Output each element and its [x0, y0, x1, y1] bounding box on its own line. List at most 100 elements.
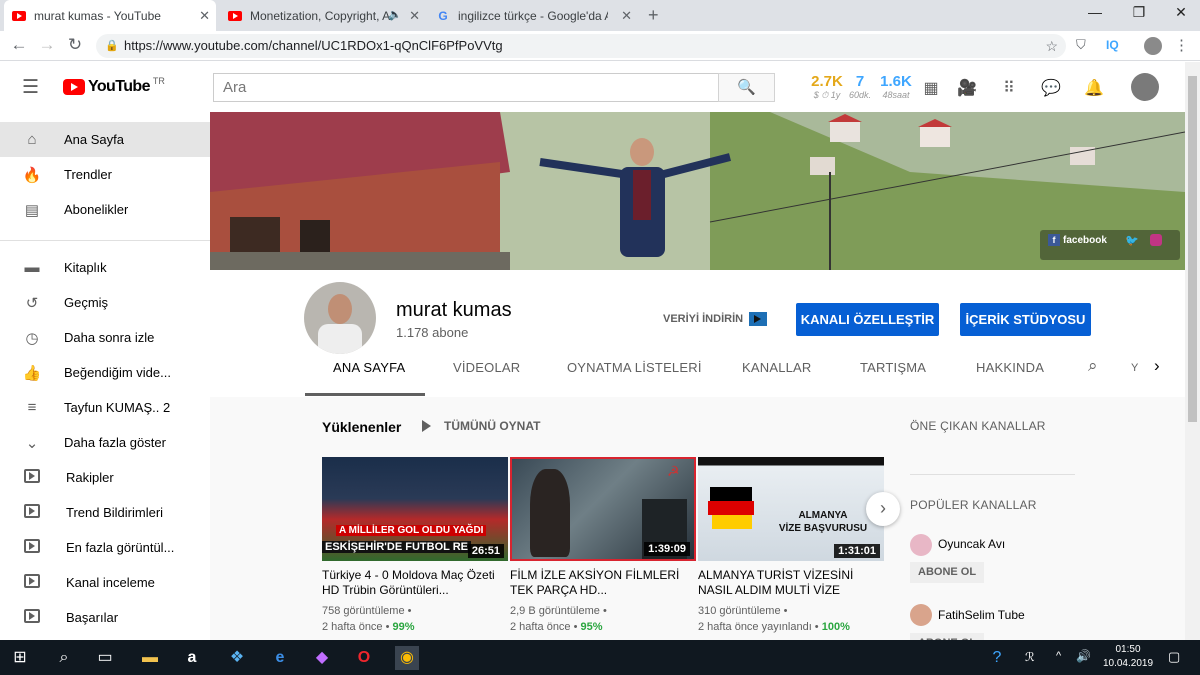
amazon-icon[interactable]: a — [180, 646, 204, 670]
sidebar-item-subscriptions[interactable]: ▤ Abonelikler — [0, 192, 210, 227]
sidebar-item-library[interactable]: ▬ Kitaplık — [0, 250, 210, 285]
sidebar-item-kanal-inceleme[interactable]: Kanal inceleme — [0, 565, 210, 600]
subscribe-button[interactable]: ABONE OL — [910, 562, 985, 583]
sidebar-item-watch-later[interactable]: ◷ Daha sonra izle — [0, 320, 210, 355]
reload-icon[interactable]: ↻ — [64, 35, 86, 55]
browser-tab-google-search[interactable]: G ingilizce türkçe - Google'da Ara ✕ — [428, 0, 638, 31]
youtube-favicon-icon — [228, 10, 242, 21]
video-title[interactable]: FİLM İZLE AKSİYON FİLMLERİ TEK PARÇA HD.… — [510, 568, 696, 598]
channel-avatar[interactable] — [304, 282, 376, 354]
new-tab-icon[interactable]: + — [648, 5, 659, 26]
channel-name-oyuncak[interactable]: Oyuncak Avı — [938, 537, 1005, 551]
tab-close-icon[interactable]: ✕ — [409, 8, 420, 24]
opera-icon[interactable]: O — [352, 646, 376, 670]
task-view-icon[interactable]: ▭ — [93, 646, 117, 670]
creator-studio-button[interactable]: İÇERİK STÜDYOSU — [960, 303, 1091, 336]
people-icon[interactable]: ℛ — [1025, 650, 1035, 664]
help-icon[interactable]: ? — [985, 646, 1009, 670]
edge-browser-icon[interactable]: e — [268, 646, 292, 670]
subscribe-button[interactable]: ABONE OL — [910, 633, 985, 640]
channel-search-icon[interactable]: ⌕ — [1088, 356, 1098, 376]
play-all-button[interactable]: TÜMÜNÜ OYNAT — [422, 419, 540, 433]
channel-avatar-oyuncak[interactable] — [910, 534, 932, 556]
tab-discussion[interactable]: TARTIŞMA — [860, 360, 926, 375]
iq-extension-icon[interactable]: IQ — [1106, 38, 1119, 52]
back-arrow-icon[interactable]: ← — [8, 35, 30, 55]
twitter-icon[interactable]: 🐦 — [1125, 234, 1139, 247]
facebook-icon: f — [1048, 234, 1060, 246]
sidebar-item-trending[interactable]: 🔥 Trendler — [0, 157, 210, 192]
browser-tab-youtube-channel[interactable]: murat kumas - YouTube ✕ — [4, 0, 216, 31]
volume-icon[interactable]: 🔊 — [1076, 649, 1091, 663]
sidebar-item-basarilar[interactable]: Başarılar — [0, 600, 210, 635]
youtube-logo[interactable]: YouTube TR — [63, 76, 165, 96]
notifications-bell-icon[interactable]: 🔔 — [1083, 78, 1105, 98]
instagram-icon[interactable] — [1150, 234, 1162, 246]
carousel-next-button[interactable]: › — [866, 492, 900, 526]
video-thumbnail[interactable]: A MİLLİLER GOL OLDU YAĞDI ESKİŞEHİR'DE F… — [322, 457, 508, 561]
browser-tab-monetization[interactable]: Monetization, Copyright, Art 🔈 ✕ — [220, 0, 426, 31]
sidebar-item-history[interactable]: ↺ Geçmiş — [0, 285, 210, 320]
sidebar-item-liked-videos[interactable]: 👍 Beğendiğim vide... — [0, 355, 210, 390]
messages-icon[interactable]: 💬 — [1040, 78, 1062, 98]
sidebar-item-playlist-tayfun[interactable]: ≡ Tayfun KUMAŞ.. 2 — [0, 390, 210, 425]
video-title[interactable]: Türkiye 4 - 0 Moldova Maç Özeti HD Trübi… — [322, 568, 508, 598]
video-card[interactable]: ALMANYA VİZE BAŞVURUSU 1:31:01 ALMANYA TU… — [698, 457, 884, 635]
tabs-next-chevron-icon[interactable]: › — [1154, 356, 1160, 376]
bookmark-star-icon[interactable]: ☆ — [1045, 34, 1058, 58]
stat-sub: 48saat — [882, 90, 910, 100]
search-button[interactable]: 🔍 — [718, 73, 775, 102]
create-video-icon[interactable]: 🎥 — [956, 78, 978, 98]
address-bar[interactable]: 🔒 https://www.youtube.com/channel/UC1RDO… — [96, 34, 1066, 58]
windows-start-icon[interactable]: ⊞ — [8, 646, 32, 670]
analytics-chart-icon[interactable]: ▦ — [920, 78, 942, 98]
speaker-icon[interactable]: 🔈 — [388, 8, 402, 21]
sidebar-item-rakipler[interactable]: Rakipler — [0, 460, 210, 495]
stat-48h[interactable]: 1.6K 48saat — [878, 73, 914, 100]
scrollbar-thumb[interactable] — [1188, 76, 1197, 422]
sidebar-item-home[interactable]: ⌂ Ana Sayfa — [0, 122, 210, 157]
file-explorer-icon[interactable]: ▬ — [138, 646, 162, 670]
tab-close-icon[interactable]: ✕ — [199, 8, 210, 24]
sidebar-item-trend-bildirimleri[interactable]: Trend Bildirimleri — [0, 495, 210, 530]
download-data-link[interactable]: VERİYİ İNDİRİN — [663, 312, 768, 326]
banner-facebook-link[interactable]: f facebook — [1048, 234, 1107, 246]
forward-arrow-icon[interactable]: → — [36, 35, 58, 55]
sidebar-item-most-viewed[interactable]: En fazla görüntül... — [0, 530, 210, 565]
video-title[interactable]: ALMANYA TURİST VİZESİNİ NASIL ALDIM MULT… — [698, 568, 884, 598]
search-icon[interactable]: ⌕ — [52, 646, 76, 670]
close-window-icon[interactable]: ✕ — [1166, 4, 1196, 21]
profile-avatar[interactable] — [1144, 37, 1162, 55]
tab-playlists[interactable]: OYNATMA LİSTELERİ — [567, 360, 702, 375]
chrome-icon[interactable]: ◉ — [395, 646, 419, 670]
apps-grid-icon[interactable]: ⠿ — [998, 78, 1020, 98]
stat-revenue[interactable]: 2.7K $ ⏱ 1y — [808, 73, 846, 101]
tab-channels[interactable]: KANALLAR — [742, 360, 812, 375]
channel-avatar-fatihselim[interactable] — [910, 604, 932, 626]
customize-channel-button[interactable]: KANALI ÖZELLEŞTİR — [796, 303, 939, 336]
shield-extension-icon[interactable]: ⛉ — [1076, 37, 1086, 53]
system-tray-chevron-icon[interactable]: ^ — [1056, 650, 1061, 662]
maximize-window-icon[interactable]: ❐ — [1124, 4, 1154, 21]
tab-home[interactable]: ANA SAYFA — [333, 360, 405, 375]
stat-realtime[interactable]: 7 60dk. — [846, 73, 874, 100]
tab-close-icon[interactable]: ✕ — [621, 8, 632, 24]
hamburger-menu-icon[interactable]: ☰ — [22, 76, 39, 99]
clock[interactable]: 01:50 10.04.2019 — [1100, 643, 1156, 671]
tab-videos[interactable]: VİDEOLAR — [453, 360, 520, 375]
video-card[interactable]: A MİLLİLER GOL OLDU YAĞDI ESKİŞEHİR'DE F… — [322, 457, 508, 635]
account-avatar[interactable] — [1131, 73, 1159, 101]
tab-about[interactable]: HAKKINDA — [976, 360, 1044, 375]
thumbs-up-icon: 👍 — [22, 364, 42, 382]
video-card[interactable]: ☭ 1:39:09 FİLM İZLE AKSİYON FİLMLERİ TEK… — [510, 457, 696, 635]
video-thumbnail[interactable]: ALMANYA VİZE BAŞVURUSU 1:31:01 — [698, 457, 884, 561]
notification-center-icon[interactable]: ▢ — [1168, 649, 1180, 665]
video-thumbnail[interactable]: ☭ 1:39:09 — [510, 457, 696, 561]
minimize-window-icon[interactable]: — — [1080, 4, 1110, 20]
menu-dots-icon[interactable]: ⋮ — [1174, 36, 1189, 54]
sidebar-item-show-more[interactable]: ⌄ Daha fazla göster — [0, 425, 210, 460]
paint-3d-icon[interactable]: ◆ — [310, 646, 334, 670]
channel-name-fatihselim[interactable]: FatihSelim Tube — [938, 608, 1025, 622]
dropbox-icon[interactable]: ❖ — [225, 646, 249, 670]
search-input[interactable]: Ara — [213, 73, 719, 102]
